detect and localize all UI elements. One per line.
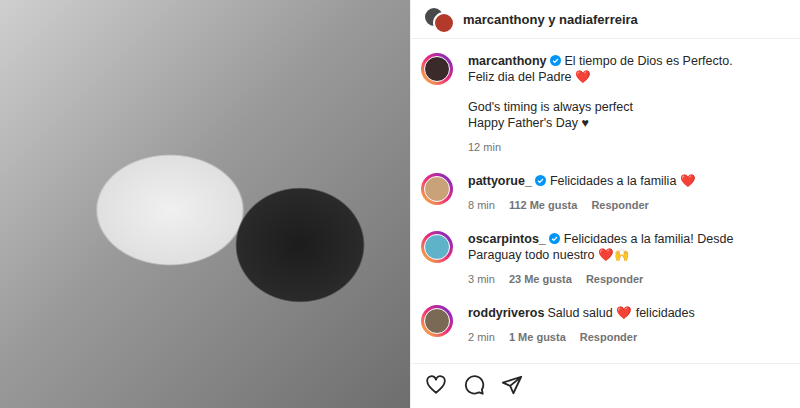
caption-text: El tiempo de Dios es Perfecto. <box>565 54 733 68</box>
instagram-post: marcanthony y nadiaferreira marcanthony El… <box>0 0 800 408</box>
heart-icon[interactable] <box>425 374 447 396</box>
avatar-ring[interactable] <box>421 305 453 337</box>
comment-text: Salud salud ❤️ felicidades <box>547 306 694 320</box>
avatar <box>433 12 455 34</box>
comment: pattyorue_ Felicidades a la familia ❤️ 8 m… <box>421 173 788 213</box>
reply-button[interactable]: Responder <box>586 271 643 287</box>
comment-icon[interactable] <box>463 374 485 396</box>
comment: oscarpintos_Felicidades a la familia! De… <box>421 231 788 287</box>
avatar-ring[interactable] <box>421 53 453 85</box>
verified-icon <box>550 55 561 66</box>
avatar-ring[interactable] <box>421 231 453 263</box>
comment-likes[interactable]: 23 Me gusta <box>509 271 572 287</box>
verified-icon <box>535 175 546 186</box>
verified-icon <box>549 233 560 244</box>
share-icon[interactable] <box>501 374 523 396</box>
comment-text: Felicidades a la familia ❤️ <box>550 174 696 188</box>
post-header: marcanthony y nadiaferreira <box>411 0 800 39</box>
collab-avatars[interactable] <box>423 6 453 32</box>
avatar <box>424 56 450 82</box>
username[interactable]: pattyorue_ <box>468 174 532 188</box>
username[interactable]: oscarpintos_ <box>468 232 546 246</box>
comment-time: 8 min <box>468 197 495 213</box>
caption-text: God's timing is always perfect <box>468 99 788 115</box>
caption-text: Happy Father's Day ♥ <box>468 115 788 131</box>
comment-time: 2 min <box>468 329 495 345</box>
reply-button[interactable]: Responder <box>580 329 637 345</box>
username[interactable]: roddyriveros <box>468 306 544 320</box>
comment-likes[interactable]: 1 Me gusta <box>509 329 566 345</box>
post-accounts[interactable]: marcanthony y nadiaferreira <box>463 12 638 27</box>
comment: roddyriverosSalud salud ❤️ felicidades 2 … <box>421 305 788 345</box>
avatar-ring[interactable] <box>421 173 453 205</box>
caption-text: Feliz dia del Padre ❤️ <box>468 69 788 85</box>
avatar <box>424 176 450 202</box>
avatar <box>424 234 450 260</box>
username[interactable]: marcanthony <box>468 54 547 68</box>
post-time: 12 min <box>468 139 788 155</box>
post-photo <box>0 0 410 408</box>
avatar <box>424 308 450 334</box>
caption: marcanthony El tiempo de Dios es Perfecto… <box>421 53 788 155</box>
post-panel: marcanthony y nadiaferreira marcanthony El… <box>410 0 800 408</box>
action-bar <box>411 363 800 408</box>
comment-likes[interactable]: 112 Me gusta <box>509 197 577 213</box>
comments-area: marcanthony El tiempo de Dios es Perfecto… <box>411 39 800 363</box>
reply-button[interactable]: Responder <box>591 197 648 213</box>
comment-time: 3 min <box>468 271 495 287</box>
